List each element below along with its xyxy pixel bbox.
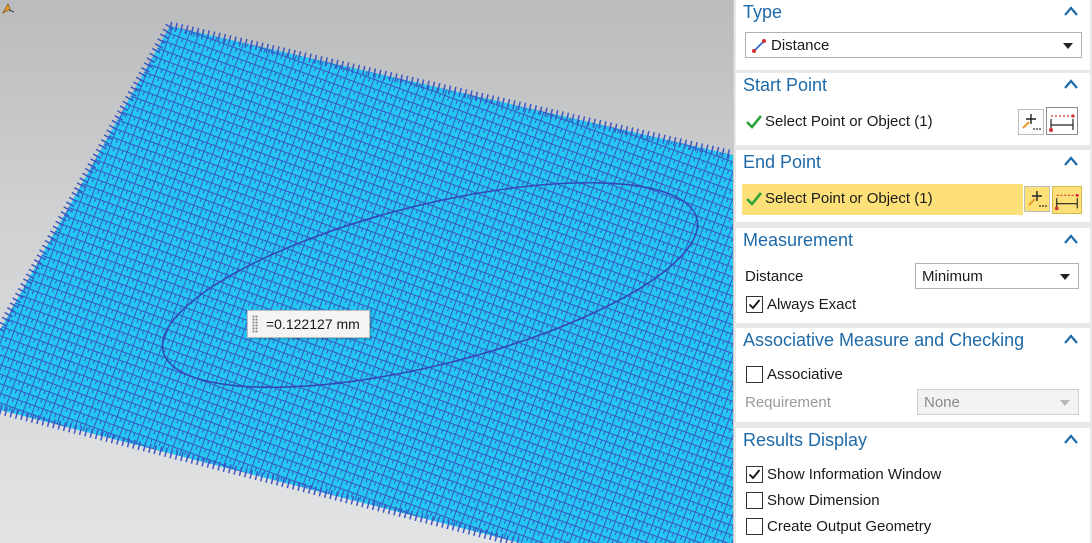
measurement-section: Measurement Distance Minimum Always Exac… (736, 228, 1090, 323)
distance-label: Distance (745, 268, 804, 285)
start-point-selector[interactable]: Select Point or Object (1) (736, 107, 1090, 135)
start-point-section: Start Point Select Point or Object (1) (736, 73, 1090, 145)
requirement-value: None (924, 394, 960, 411)
snap-cursor-icon (1, 3, 15, 15)
start-point-title: Start Point (743, 75, 828, 95)
associative-section: Associative Measure and Checking Associa… (736, 328, 1090, 422)
create-output-geometry-checkbox[interactable] (746, 518, 763, 535)
end-point-title: End Point (743, 152, 822, 172)
snap-distance-icon (1049, 114, 1075, 132)
snap-distance-icon (1054, 193, 1079, 211)
associative-title: Associative Measure and Checking (743, 330, 1025, 350)
always-exact-label: Always Exact (767, 296, 857, 313)
associative-header[interactable]: Associative Measure and Checking (736, 328, 1090, 354)
snap-point-button[interactable] (1052, 186, 1082, 214)
end-point-section: End Point Select Point or Object (1) (736, 150, 1090, 222)
collapse-chevron-icon[interactable] (1064, 79, 1078, 89)
dropdown-arrow-icon (1060, 400, 1070, 406)
distance-mode-value: Minimum (922, 268, 983, 285)
show-dimension-checkbox[interactable] (746, 492, 763, 509)
measurement-value: =0.122127 mm (266, 316, 360, 332)
graphics-viewport[interactable]: =0.122127 mm (0, 0, 733, 543)
green-check-icon (746, 192, 762, 206)
snap-point-button[interactable] (1046, 107, 1078, 135)
point-constructor-icon (1022, 114, 1041, 130)
requirement-label: Requirement (745, 394, 831, 411)
create-output-geometry-label: Create Output Geometry (767, 518, 932, 535)
start-point-select-label: Select Point or Object (1) (765, 113, 933, 130)
show-info-window-checkbox[interactable] (746, 466, 763, 483)
start-point-header[interactable]: Start Point (736, 73, 1090, 99)
end-point-header[interactable]: End Point (736, 150, 1090, 176)
type-dropdown[interactable]: Distance (745, 32, 1082, 58)
results-display-section: Results Display Show Information Window … (736, 428, 1090, 543)
collapse-chevron-icon[interactable] (1064, 434, 1078, 444)
point-dialog-button[interactable] (1018, 109, 1044, 135)
end-point-select-label: Select Point or Object (1) (765, 190, 933, 207)
results-display-header[interactable]: Results Display (736, 428, 1090, 454)
measure-dialog: Type Distance Start Point Select Point o… (733, 0, 1092, 543)
point-dialog-button[interactable] (1024, 186, 1050, 212)
show-dimension-label: Show Dimension (767, 492, 880, 509)
collapse-chevron-icon[interactable] (1064, 156, 1078, 166)
end-point-selector[interactable]: Select Point or Object (1) (742, 184, 1023, 215)
associative-label: Associative (767, 366, 843, 383)
type-selected-value: Distance (771, 37, 830, 54)
distance-mode-dropdown[interactable]: Minimum (915, 263, 1079, 289)
point-constructor-icon (1028, 191, 1047, 207)
results-display-title: Results Display (743, 430, 868, 450)
dropdown-arrow-icon (1060, 274, 1070, 280)
type-section: Type Distance (736, 0, 1090, 70)
checkmark-icon (748, 469, 761, 480)
checkmark-icon (748, 299, 761, 310)
measurement-readout[interactable]: =0.122127 mm (247, 310, 370, 338)
measurement-header[interactable]: Measurement (736, 228, 1090, 254)
type-section-header[interactable]: Type (736, 0, 1090, 26)
green-check-icon (746, 115, 762, 129)
associative-checkbox[interactable] (746, 366, 763, 383)
mesh-surface[interactable] (0, 0, 733, 543)
show-info-window-label: Show Information Window (767, 466, 942, 483)
collapse-chevron-icon[interactable] (1064, 6, 1078, 16)
collapse-chevron-icon[interactable] (1064, 234, 1078, 244)
type-section-title: Type (743, 2, 783, 22)
dropdown-arrow-icon (1063, 43, 1073, 49)
measurement-title: Measurement (743, 230, 854, 250)
collapse-chevron-icon[interactable] (1064, 334, 1078, 344)
always-exact-checkbox[interactable] (746, 296, 763, 313)
distance-type-icon (752, 39, 766, 53)
requirement-dropdown[interactable]: None (917, 389, 1079, 415)
drag-grip-icon[interactable] (252, 315, 258, 333)
